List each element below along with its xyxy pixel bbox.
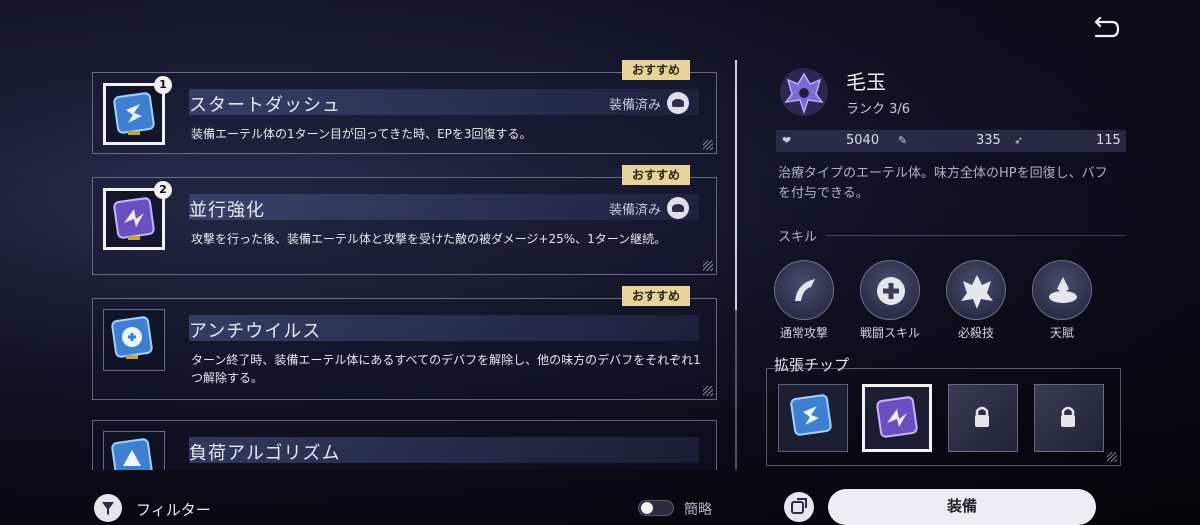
skill-name: 天賦 — [1049, 326, 1074, 340]
chip-title-bar: スタートダッシュ 装備済み — [189, 89, 699, 116]
stat-spd: 115 — [1096, 133, 1121, 148]
extension-slot-1[interactable] — [778, 384, 848, 452]
dash-chip-icon — [113, 92, 155, 135]
swap-button[interactable] — [784, 492, 814, 522]
equip-button[interactable]: 装備 — [828, 489, 1096, 525]
dash-chip-icon — [790, 394, 832, 436]
chip-card[interactable]: おすすめ アンチウイルス ターン終了時、装備エーテル体にあるすべてのデバフを解除… — [92, 286, 717, 400]
skill-name: 必殺技 — [957, 326, 994, 340]
extension-slot-locked[interactable] — [1034, 384, 1104, 452]
chip-title-bar: アンチウイルス — [189, 315, 699, 342]
antivirus-chip-icon — [111, 316, 153, 359]
skill-talent[interactable]: 天賦 — [1030, 260, 1094, 341]
chip-title-bar: 負荷アルゴリズム — [189, 437, 699, 464]
chip-icon-frame — [103, 431, 165, 470]
character-name: 毛玉 — [846, 70, 886, 94]
toggle-knob — [641, 502, 653, 514]
chip-icon-frame: 2 — [103, 181, 172, 250]
chip-slot-number: 2 — [154, 181, 172, 199]
hp-heart-icon: ❤ — [782, 134, 792, 147]
chip-title-bar: 並行強化 装備済み — [189, 194, 699, 221]
simplified-toggle[interactable] — [638, 500, 674, 516]
back-icon[interactable] — [1090, 16, 1122, 42]
swap-icon — [791, 498, 807, 514]
character-emblem-icon — [780, 68, 828, 116]
talent-icon — [1032, 260, 1092, 320]
simplified-toggle-label: 簡略 — [684, 502, 712, 518]
basic-attack-icon — [774, 260, 834, 320]
extension-slot-locked[interactable] — [948, 384, 1018, 452]
skill-battle[interactable]: 戦闘スキル — [858, 260, 922, 341]
equipped-label: 装備済み — [608, 97, 661, 113]
chip-icon-frame: 1 — [103, 76, 172, 145]
filter-label[interactable]: フィルター — [136, 499, 211, 520]
scrollbar-thumb[interactable] — [735, 60, 737, 310]
equipped-status: 装備済み — [609, 92, 689, 114]
speed-boot-icon: ➶ — [1014, 134, 1024, 147]
chip-slot-number: 1 — [154, 76, 172, 94]
filter-button[interactable] — [94, 494, 122, 522]
recommended-badge: おすすめ — [621, 165, 690, 185]
equipped-character-icon — [667, 197, 689, 219]
skill-divider — [826, 235, 1126, 236]
parallel-chip-icon — [113, 197, 155, 240]
skill-section-label: スキル — [778, 230, 818, 245]
filter-icon — [102, 502, 114, 515]
equipped-character-icon — [667, 92, 689, 114]
chip-icon-frame — [103, 309, 165, 371]
lock-icon — [1061, 406, 1075, 427]
skill-name: 戦闘スキル — [859, 326, 920, 340]
extension-slot-2[interactable] — [862, 384, 932, 452]
character-stats: ❤ 5040 ✎ 335 ➶ 115 — [776, 130, 1126, 152]
chip-description: 攻撃を行った後、装備エーテル体と攻撃を受けた敵の被ダメージ+25%、1ターン継続… — [191, 232, 667, 246]
recommended-badge: おすすめ — [621, 286, 690, 306]
character-description: 治療タイプのエーテル体。味方全体のHPを回復し、バフを付与できる。 — [778, 166, 1108, 201]
chip-title: 負荷アルゴリズム — [189, 443, 341, 464]
heal-cross-icon — [860, 260, 920, 320]
ultimate-emblem-icon — [946, 260, 1006, 320]
lock-icon — [975, 406, 989, 427]
chip-card[interactable]: おすすめ 1 スタートダッシュ 装備済み 装備エーテル体の1ターン目が回ってきた… — [92, 60, 717, 154]
stat-hp: 5040 — [846, 133, 880, 148]
skill-basic-attack[interactable]: 通常攻撃 — [772, 260, 836, 341]
character-rank: ランク 3/6 — [846, 102, 911, 117]
chip-list[interactable]: おすすめ 1 スタートダッシュ 装備済み 装備エーテル体の1ターン目が回ってきた… — [92, 50, 722, 470]
stat-atk: 335 — [976, 133, 1001, 148]
chip-title: アンチウイルス — [189, 321, 322, 342]
attack-sword-icon: ✎ — [898, 134, 908, 147]
equipped-status: 装備済み — [609, 197, 689, 219]
recommended-badge: おすすめ — [621, 60, 690, 80]
skill-name: 通常攻撃 — [779, 326, 828, 340]
skill-ultimate[interactable]: 必殺技 — [944, 260, 1008, 341]
parallel-chip-icon — [876, 396, 918, 438]
chip-card[interactable]: 負荷アルゴリズム — [92, 420, 717, 470]
chip-description: ターン終了時、装備エーテル体にあるすべてのデバフを解除し、他の味方のデバフをそれ… — [191, 353, 701, 385]
chip-card[interactable]: おすすめ 2 並行強化 装備済み 攻撃を行った後、装備エーテル体と攻撃を受けた敵… — [92, 165, 717, 275]
chip-title: 並行強化 — [189, 200, 265, 221]
load-algorithm-chip-icon — [111, 438, 153, 470]
equipped-label: 装備済み — [608, 202, 661, 218]
chip-title: スタートダッシュ — [189, 95, 341, 116]
chip-description: 装備エーテル体の1ターン目が回ってきた時、EPを3回復する。 — [191, 127, 532, 141]
